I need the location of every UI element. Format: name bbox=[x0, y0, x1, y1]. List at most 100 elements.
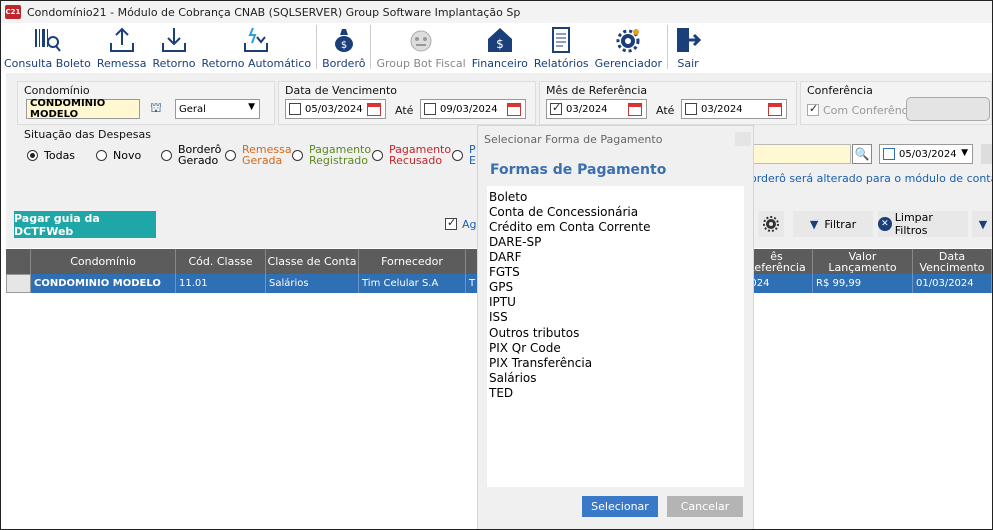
com-conferencia-label: Com Conferência bbox=[823, 104, 918, 117]
group-bot-fiscal-label: Group Bot Fiscal bbox=[376, 57, 466, 70]
radio-todas[interactable] bbox=[27, 150, 38, 161]
conferencia-input[interactable] bbox=[906, 97, 990, 121]
sair-label: Sair bbox=[677, 57, 699, 70]
settings-gear-icon[interactable] bbox=[758, 211, 784, 237]
radio-pagamento-recusado[interactable] bbox=[372, 150, 383, 161]
bordero-button[interactable]: $ Borderô bbox=[319, 23, 368, 71]
list-item[interactable]: IPTU bbox=[489, 295, 516, 309]
radio-novo-label: Novo bbox=[113, 149, 142, 162]
bordero-note: orderô será alterado para o módulo de co… bbox=[750, 172, 992, 185]
grid-header-select[interactable] bbox=[6, 249, 31, 274]
vencimento-label: Data de Vencimento bbox=[285, 84, 398, 97]
calendar-icon[interactable] bbox=[507, 103, 521, 116]
referencia-from-value: 03/2024 bbox=[566, 103, 608, 115]
pagar-guia-button[interactable]: Pagar guia da DCTFWeb bbox=[14, 211, 156, 238]
grid-header-classe-conta[interactable]: Classe de Conta bbox=[266, 249, 359, 274]
remessa-button[interactable]: Remessa bbox=[94, 23, 150, 71]
vencimento-from-field[interactable]: 05/03/2024 bbox=[285, 99, 386, 119]
relatorios-button[interactable]: Relatórios bbox=[531, 23, 592, 71]
calendar-icon[interactable] bbox=[628, 103, 642, 116]
search-text-input[interactable] bbox=[751, 144, 851, 164]
list-item[interactable]: DARF bbox=[489, 250, 521, 264]
grid-header-fornecedor[interactable]: Fornecedor bbox=[359, 249, 466, 274]
gerenciador-button[interactable]: Gerenciador bbox=[592, 23, 665, 71]
list-item[interactable]: TED bbox=[489, 386, 513, 400]
radio-pagamento-efetuado[interactable] bbox=[452, 150, 463, 161]
house-dollar-icon: $ bbox=[487, 28, 512, 52]
cell-fornecedor: Tim Celular S.A bbox=[359, 274, 466, 293]
retorno-automatico-button[interactable]: Retorno Automático bbox=[198, 23, 314, 71]
vencimento-to-field[interactable]: 09/03/2024 bbox=[420, 99, 526, 119]
app-window: C21 Condomínio21 - Módulo de Cobrança CN… bbox=[0, 0, 993, 530]
grid-header-cod-classe[interactable]: Cód. Classe bbox=[176, 249, 266, 274]
grid-header-condominio[interactable]: Condomínio bbox=[31, 249, 176, 274]
radio-pagamento-registrado-label: Pagamento Registrado bbox=[309, 143, 372, 167]
tipo-select[interactable]: Geral ▼ bbox=[175, 99, 260, 119]
limpar-filtros-button[interactable]: ✕ Limpar Filtros bbox=[878, 211, 968, 237]
upload-tray-icon bbox=[109, 27, 134, 52]
radio-bordero-gerado[interactable] bbox=[161, 150, 172, 161]
toolbar-separator bbox=[316, 25, 318, 69]
cell-cod-classe: 11.01 bbox=[176, 274, 266, 293]
selecionar-button[interactable]: Selecionar bbox=[582, 496, 658, 517]
cancelar-button[interactable]: Cancelar bbox=[667, 496, 743, 517]
list-item[interactable]: Crédito em Conta Corrente bbox=[489, 220, 651, 234]
list-item[interactable]: FGTS bbox=[489, 265, 520, 279]
radio-pagamento-efetuado-label: P E bbox=[469, 143, 476, 167]
toolbar-separator bbox=[667, 25, 669, 69]
calendar-icon[interactable] bbox=[367, 103, 381, 116]
bordero-label: Borderô bbox=[322, 57, 366, 70]
robot-icon bbox=[410, 30, 432, 52]
clear-filter-icon[interactable]: ▼ bbox=[972, 211, 992, 237]
list-item[interactable]: Boleto bbox=[489, 190, 527, 204]
referencia-from-checkbox[interactable] bbox=[550, 101, 562, 115]
cell-condominio: CONDOMINIO MODELO bbox=[31, 274, 176, 293]
radio-pagamento-recusado-label: Pagamento Recusado bbox=[389, 143, 452, 167]
grid-header-valor-lancamento[interactable]: Valor Lançamento bbox=[813, 249, 913, 274]
com-conferencia-checkbox[interactable] bbox=[807, 102, 819, 116]
referencia-from-field[interactable]: 03/2024 bbox=[546, 99, 647, 119]
list-item[interactable]: ISS bbox=[489, 310, 508, 324]
grid-header-data-vencimento[interactable]: Data Vencimento bbox=[913, 249, 992, 274]
close-icon[interactable] bbox=[735, 132, 751, 146]
referencia-to-checkbox[interactable] bbox=[685, 103, 697, 115]
condominio-label: Condomínio bbox=[24, 84, 90, 97]
sair-button[interactable]: Sair bbox=[670, 23, 706, 71]
radio-remessa-gerada-label: Remessa Gerada bbox=[242, 143, 292, 167]
consulta-boleto-button[interactable]: Consulta Boleto bbox=[1, 23, 94, 71]
list-item[interactable]: Outros tributos bbox=[489, 326, 579, 340]
referencia-to-value: 03/2024 bbox=[701, 103, 743, 115]
vencimento-group: Data de Vencimento 05/03/2024 Até 09/03/… bbox=[278, 81, 536, 125]
list-item[interactable]: PIX Transferência bbox=[489, 356, 592, 370]
situacao-label: Situação das Despesas bbox=[24, 128, 151, 141]
vencimento-from-checkbox[interactable] bbox=[289, 103, 301, 115]
row-selector[interactable] bbox=[6, 274, 31, 293]
svg-text:$: $ bbox=[496, 37, 504, 51]
date-right-field[interactable]: 05/03/2024 ▼ bbox=[879, 144, 973, 164]
group-bot-fiscal-button[interactable]: Group Bot Fiscal bbox=[373, 23, 468, 71]
list-item[interactable]: GPS bbox=[489, 280, 513, 294]
svg-text:$: $ bbox=[341, 40, 347, 51]
calendar-icon[interactable] bbox=[768, 103, 782, 116]
condominio-input[interactable]: CONDOMINIO MODELO bbox=[26, 98, 140, 120]
vencimento-to-checkbox[interactable] bbox=[424, 103, 436, 115]
search-icon[interactable]: 🔍 bbox=[852, 144, 872, 164]
financeiro-button[interactable]: $ Financeiro bbox=[469, 23, 531, 71]
money-bag-icon: $ bbox=[334, 29, 353, 52]
list-item[interactable]: Conta de Concessionária bbox=[489, 205, 638, 219]
extra-button[interactable] bbox=[981, 144, 992, 164]
list-item[interactable]: Salários bbox=[489, 371, 537, 385]
referencia-to-field[interactable]: 03/2024 bbox=[681, 99, 787, 119]
radio-novo[interactable] bbox=[96, 150, 107, 161]
ag-checkbox[interactable] bbox=[445, 216, 457, 230]
list-item[interactable]: PIX Qr Code bbox=[489, 341, 561, 355]
filtrar-button[interactable]: ▼ Filtrar bbox=[793, 211, 873, 237]
retorno-button[interactable]: Retorno bbox=[149, 23, 198, 71]
date-right-checkbox[interactable] bbox=[883, 148, 895, 160]
building-icon[interactable]: ⛫ bbox=[150, 101, 162, 118]
retorno-automatico-label: Retorno Automático bbox=[201, 57, 312, 70]
radio-remessa-gerada[interactable] bbox=[225, 150, 236, 161]
radio-pagamento-registrado[interactable] bbox=[292, 150, 303, 161]
list-item[interactable]: DARE-SP bbox=[489, 235, 541, 249]
remessa-label: Remessa bbox=[96, 57, 147, 70]
